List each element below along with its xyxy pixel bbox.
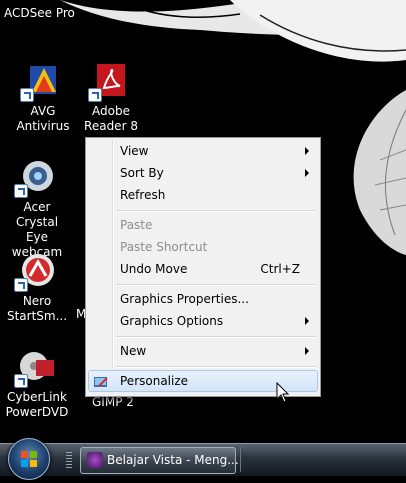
menu-item-sort-by[interactable]: Sort By [88, 162, 318, 184]
mouse-cursor-icon [276, 382, 290, 403]
taskbar-empty-area[interactable] [240, 447, 406, 472]
desktop-icon-nero[interactable]: Nero StartSm... [4, 252, 70, 324]
menu-item-label: Paste [120, 218, 153, 232]
gimp-icon-label[interactable]: GIMP 2 [92, 395, 134, 409]
windows-logo-icon [21, 451, 37, 467]
acdsee-label[interactable]: ACDSee Pro [4, 6, 75, 20]
menu-item-label: View [120, 144, 149, 158]
submenu-arrow-icon [305, 347, 309, 355]
taskbar: Belajar Vista - Meng... [0, 438, 406, 480]
shortcut-arrow-icon [14, 278, 28, 292]
menu-separator [116, 284, 316, 286]
shortcut-arrow-icon [14, 184, 28, 198]
taskbar-button-label: Belajar Vista - Meng... [107, 453, 239, 467]
menu-item-shortcut: Ctrl+Z [260, 262, 300, 276]
menu-item-new[interactable]: New [88, 340, 318, 362]
desktop-icon-label: Acer Crystal Eye webcam [11, 200, 63, 259]
shortcut-arrow-icon [14, 374, 28, 388]
personalize-icon [93, 374, 109, 390]
menu-item-paste-shortcut[interactable]: Paste Shortcut [88, 236, 318, 258]
submenu-arrow-icon [305, 169, 309, 177]
desktop-icon-label: AVG Antivirus [16, 104, 70, 133]
webcam-icon [14, 158, 56, 198]
desktop-context-menu: View Sort By Refresh Paste Paste Shortcu… [85, 137, 321, 397]
menu-item-label: Graphics Properties... [120, 292, 249, 306]
browser-app-icon [87, 452, 103, 468]
shortcut-arrow-icon [88, 88, 102, 102]
menu-item-undo-move[interactable]: Undo Move Ctrl+Z [88, 258, 318, 280]
desktop-icon-avg[interactable]: AVG Antivirus [10, 62, 76, 134]
desktop-icon-powerdvd[interactable]: CyberLink PowerDVD [4, 348, 70, 420]
menu-separator [116, 210, 316, 212]
menu-item-view[interactable]: View [88, 140, 318, 162]
powerdvd-icon [14, 348, 56, 388]
menu-item-graphics-properties[interactable]: Graphics Properties... [88, 288, 318, 310]
menu-item-label: Paste Shortcut [120, 240, 208, 254]
desktop-icon-label: Nero StartSm... [6, 294, 68, 323]
menu-separator [116, 366, 316, 368]
shortcut-arrow-icon [20, 88, 34, 102]
submenu-arrow-icon [305, 317, 309, 325]
menu-item-label: Graphics Options [120, 314, 224, 328]
menu-item-refresh[interactable]: Refresh [88, 184, 318, 206]
avg-icon [20, 62, 62, 102]
taskbar-button-belajar-vista[interactable]: Belajar Vista - Meng... [80, 447, 239, 474]
menu-item-label: Undo Move [120, 262, 188, 276]
menu-item-label: Refresh [120, 188, 166, 202]
menu-separator [116, 336, 316, 338]
menu-item-graphics-options[interactable]: Graphics Options [88, 310, 318, 332]
menu-item-label: Sort By [120, 166, 164, 180]
menu-item-label: New [120, 344, 147, 358]
desktop-icon-acer-webcam[interactable]: Acer Crystal Eye webcam [4, 158, 70, 260]
start-button[interactable] [8, 438, 50, 480]
desktop-icon-label: CyberLink PowerDVD [5, 390, 69, 419]
nero-icon [14, 252, 56, 292]
menu-item-label: Personalize [120, 374, 189, 388]
adobe-reader-icon [88, 62, 130, 102]
menu-item-paste[interactable]: Paste [88, 214, 318, 236]
taskbar-grip[interactable] [66, 452, 72, 468]
submenu-arrow-icon [305, 147, 309, 155]
desktop-icon-label: Adobe Reader 8 [84, 104, 138, 133]
desktop-icon-adobe-reader[interactable]: Adobe Reader 8 [78, 62, 144, 134]
